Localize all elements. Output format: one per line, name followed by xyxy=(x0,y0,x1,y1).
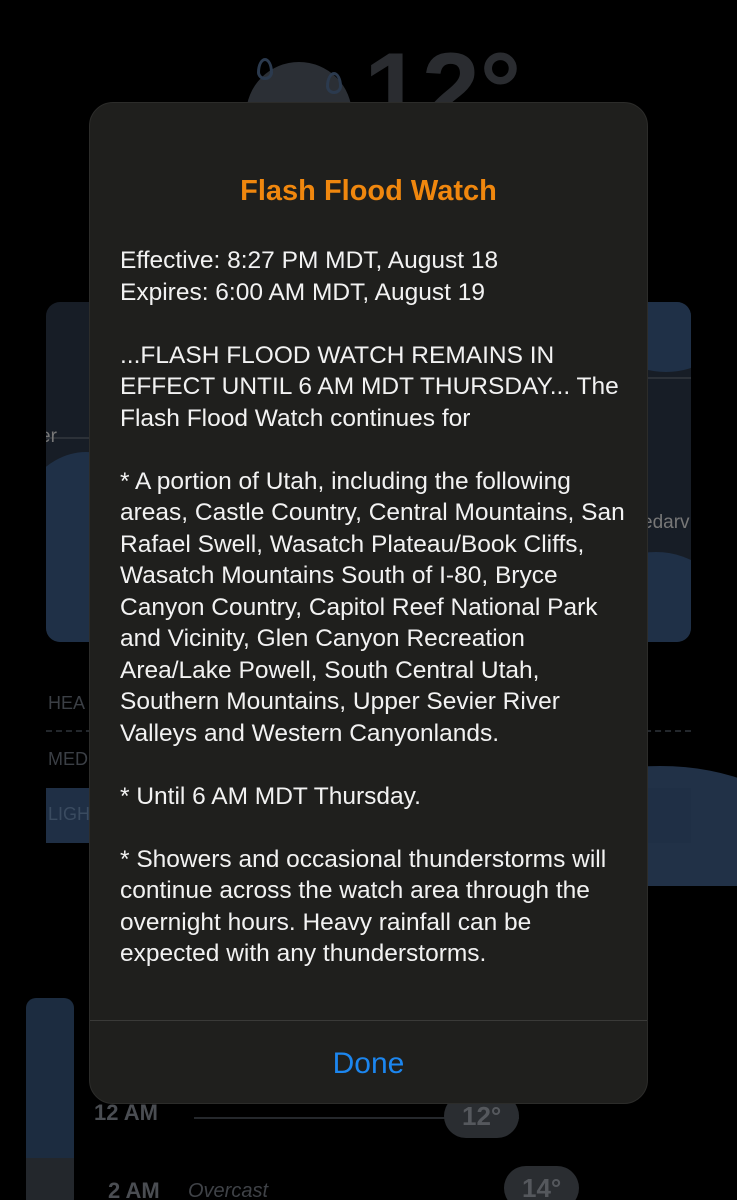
intensity-label: MED xyxy=(48,749,88,769)
map-city-label: edarv xyxy=(642,512,690,533)
alert-expires: Expires: 6:00 AM MDT, August 19 xyxy=(120,278,485,306)
hourly-row[interactable]: 2 AM Overcast 14° xyxy=(94,1166,694,1200)
map-city-label: er xyxy=(46,426,57,447)
hour-condition: Overcast xyxy=(188,1180,269,1200)
alert-details: * Showers and occasional thunderstorms w… xyxy=(120,845,607,968)
alert-title: Flash Flood Watch xyxy=(240,175,497,207)
daylight-bar xyxy=(26,998,74,1200)
raindrop-icon xyxy=(326,72,342,94)
alert-body[interactable]: Effective: 8:27 PM MDT, August 18 Expire… xyxy=(120,245,628,1020)
intensity-label: HEA xyxy=(48,693,86,713)
hourly-row[interactable]: 12 AM 12° xyxy=(94,1094,694,1140)
alert-areas: * A portion of Utah, including the follo… xyxy=(120,467,625,747)
alert-headline: ...FLASH FLOOD WATCH REMAINS IN EFFECT U… xyxy=(120,341,619,432)
done-button[interactable]: Done xyxy=(90,1021,647,1103)
raindrop-icon xyxy=(257,58,273,80)
hour-time: 2 AM xyxy=(108,1178,160,1200)
daylight-bar-night xyxy=(26,1158,74,1200)
intensity-label: LIGH xyxy=(48,804,91,824)
weather-screen: 12° er edarv HEA MED LIGH 12 AM 12° xyxy=(0,0,737,1200)
alert-until: * Until 6 AM MDT Thursday. xyxy=(120,782,421,810)
alert-effective: Effective: 8:27 PM MDT, August 18 xyxy=(120,247,499,274)
hour-temperature: 14° xyxy=(504,1166,580,1200)
alert-dialog: Flash Flood Watch Effective: 8:27 PM MDT… xyxy=(89,102,648,1104)
